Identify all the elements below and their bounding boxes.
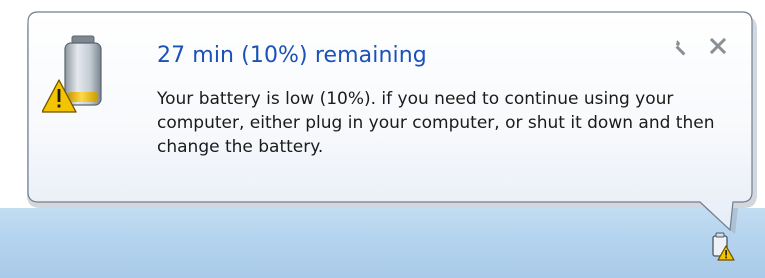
battery-warning-tray-icon[interactable]: [705, 232, 735, 262]
notification-content: 27 min (10%) remaining Your battery is l…: [28, 12, 752, 202]
battery-low-warning-icon: [41, 34, 120, 116]
notification-title: 27 min (10%) remaining: [157, 43, 427, 68]
wrench-icon[interactable]: [672, 36, 692, 56]
notification-message: Your battery is low (10%). if you need t…: [157, 89, 715, 157]
close-icon[interactable]: [708, 36, 728, 56]
